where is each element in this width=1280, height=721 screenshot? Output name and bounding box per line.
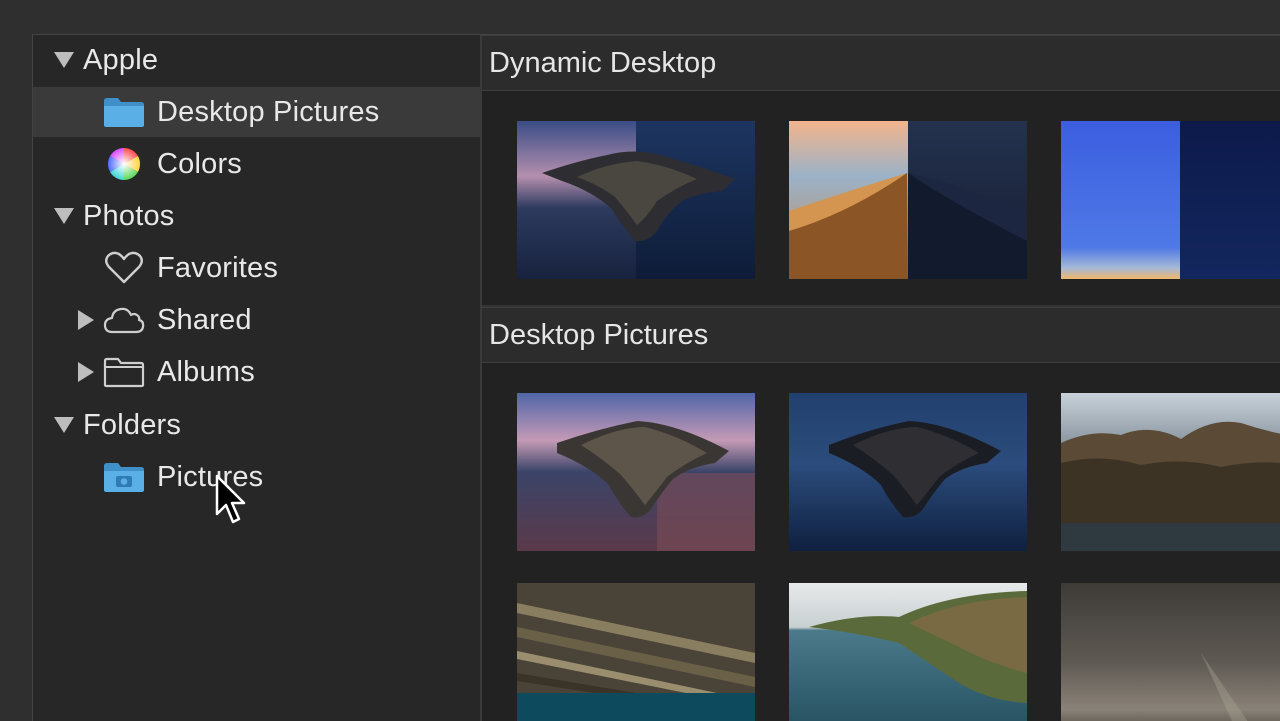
folder-outline-icon	[103, 355, 145, 389]
mouse-pointer-icon	[215, 474, 246, 524]
cloud-icon	[103, 303, 145, 337]
disclosure-down-icon[interactable]	[53, 414, 75, 436]
color-wheel-icon	[103, 147, 145, 181]
desktop-picture-browser-window: Apple Desktop Pictures Colors Photos Fav…	[32, 34, 1280, 721]
sidebar-item-label: Desktop Pictures	[157, 95, 380, 128]
disclosure-right-icon[interactable]	[75, 309, 97, 331]
sidebar-item-desktop-pictures[interactable]: Desktop Pictures	[33, 87, 480, 137]
sidebar-group-photos[interactable]: Photos	[33, 191, 480, 241]
heart-icon	[103, 251, 145, 285]
disclosure-down-icon[interactable]	[53, 49, 75, 71]
camera-folder-icon	[103, 460, 145, 494]
wallpaper-thumbnail[interactable]	[517, 121, 755, 279]
sidebar-item-label: Albums	[157, 355, 255, 388]
sidebar-item-albums[interactable]: Albums	[33, 347, 480, 397]
disclosure-down-icon[interactable]	[53, 205, 75, 227]
wallpaper-thumbnail[interactable]	[789, 393, 1027, 551]
wallpaper-thumbnail[interactable]	[789, 121, 1027, 279]
sidebar-item-label: Favorites	[157, 251, 279, 284]
sidebar-item-label: Shared	[157, 303, 252, 336]
section-title: Desktop Pictures	[489, 318, 709, 351]
sidebar-group-apple[interactable]: Apple	[33, 35, 480, 85]
wallpaper-thumbnail[interactable]	[517, 393, 755, 551]
wallpaper-thumbnail[interactable]	[1061, 583, 1280, 721]
wallpaper-thumbnail[interactable]	[1061, 121, 1280, 279]
disclosure-right-icon[interactable]	[75, 361, 97, 383]
sidebar-item-colors[interactable]: Colors	[33, 139, 480, 189]
wallpaper-thumbnail[interactable]	[789, 583, 1027, 721]
sidebar-group-label: Photos	[83, 199, 175, 232]
sidebar: Apple Desktop Pictures Colors Photos Fav…	[33, 35, 482, 721]
wallpaper-thumbnail[interactable]	[517, 583, 755, 721]
folder-icon	[103, 95, 145, 129]
wallpaper-thumbnail[interactable]	[1061, 393, 1280, 551]
sidebar-item-favorites[interactable]: Favorites	[33, 243, 480, 293]
sidebar-group-label: Apple	[83, 43, 159, 76]
section-header-dynamic-desktop: Dynamic Desktop	[482, 35, 1280, 91]
sidebar-item-pictures[interactable]: Pictures	[33, 452, 480, 502]
sidebar-group-label: Folders	[83, 408, 182, 441]
sidebar-item-label: Colors	[157, 147, 242, 180]
wallpaper-grid: Dynamic Desktop Desktop Pictures	[482, 35, 1280, 721]
section-header-desktop-pictures: Desktop Pictures	[482, 307, 1280, 363]
section-title: Dynamic Desktop	[489, 46, 717, 79]
sidebar-item-shared[interactable]: Shared	[33, 295, 480, 345]
sidebar-group-folders[interactable]: Folders	[33, 400, 480, 450]
